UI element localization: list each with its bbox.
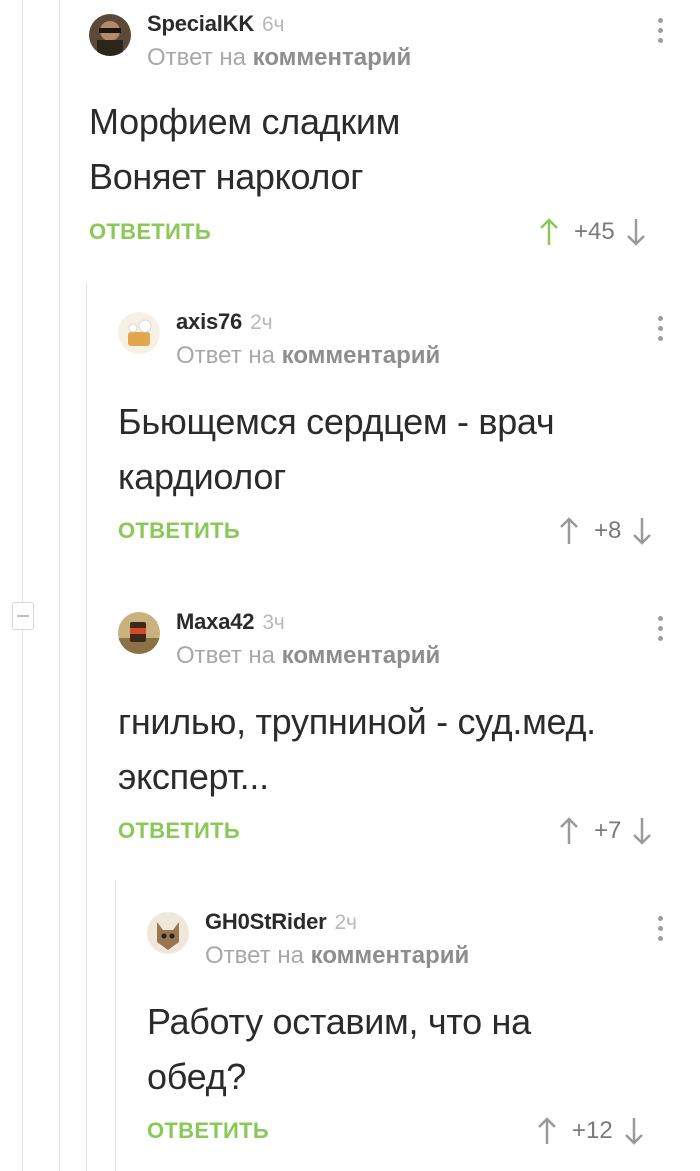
comment-time: 2ч (334, 911, 357, 934)
vote-controls: +45 (538, 217, 647, 247)
vertical-dots-icon[interactable] (656, 18, 664, 50)
comment-time: 2ч (250, 311, 273, 334)
reply-to-link[interactable]: комментарий (282, 642, 441, 669)
reply-to-line: Ответ на комментарий (176, 642, 441, 669)
vote-score: +7 (594, 817, 622, 844)
reply-to-line: Ответ на комментарий (205, 942, 470, 969)
comment-time: 3ч (262, 611, 285, 634)
username[interactable]: axis76 2ч (176, 309, 273, 335)
reply-button[interactable]: ОТВЕТИТЬ (118, 518, 240, 544)
arrow-down-icon[interactable] (631, 516, 653, 546)
collapse-minus-icon[interactable] (12, 602, 34, 630)
arrow-up-icon[interactable] (558, 816, 580, 846)
avatar[interactable] (118, 312, 160, 354)
arrow-down-icon[interactable] (625, 217, 647, 247)
thread-line-level-2 (86, 283, 87, 1171)
vertical-dots-icon[interactable] (656, 616, 664, 648)
reply-to-line: Ответ на комментарий (176, 342, 441, 369)
comment-specialkk: SpecialKK 6ч Ответ на комментарий Морфием… (89, 11, 689, 264)
vote-score: +12 (572, 1117, 613, 1144)
reply-button[interactable]: ОТВЕТИТЬ (147, 1118, 269, 1144)
arrow-down-icon[interactable] (631, 816, 653, 846)
username[interactable]: Maxa42 3ч (176, 609, 285, 635)
comment-gh0strider: GH0StRider 2ч Ответ на комментарий Работу… (147, 909, 690, 1162)
comment-text: Бьющемся сердцем - врач кардиолог (118, 401, 555, 497)
thread-line-level-3 (115, 880, 116, 1171)
comment-time: 6ч (262, 13, 285, 36)
reply-to-line: Ответ на комментарий (147, 44, 412, 71)
vote-score: +45 (574, 218, 615, 245)
reply-button[interactable]: ОТВЕТИТЬ (118, 818, 240, 844)
thread-line-level-0 (22, 0, 23, 602)
comment-text: гнилью, трупниной - суд.мед. эксперт... (118, 701, 596, 797)
comment-text: Работу оставим, что на обед? (147, 1001, 531, 1097)
comment-text: Морфием сладким Воняет нарколог (89, 101, 401, 197)
vote-controls: +7 (558, 816, 653, 846)
username[interactable]: GH0StRider 2ч (205, 909, 357, 935)
thread-line-level-1 (59, 0, 60, 1171)
arrow-up-icon[interactable] (538, 217, 560, 247)
arrow-up-icon[interactable] (536, 1116, 558, 1146)
comment-axis76: axis76 2ч Ответ на комментарий Бьющемся с… (118, 309, 690, 562)
vertical-dots-icon[interactable] (656, 916, 664, 948)
vote-controls: +8 (558, 516, 653, 546)
vote-controls: +12 (536, 1116, 645, 1146)
arrow-up-icon[interactable] (558, 516, 580, 546)
vertical-dots-icon[interactable] (656, 316, 664, 348)
reply-to-link[interactable]: комментарий (282, 342, 441, 369)
comment-maxa42: Maxa42 3ч Ответ на комментарий гнилью, тр… (118, 609, 690, 862)
reply-button[interactable]: ОТВЕТИТЬ (89, 219, 211, 245)
avatar[interactable] (118, 612, 160, 654)
vote-score: +8 (594, 517, 622, 544)
avatar[interactable] (89, 14, 131, 56)
avatar[interactable] (147, 912, 189, 954)
thread-line-level-0-lower (22, 630, 23, 1171)
reply-to-link[interactable]: комментарий (311, 942, 470, 969)
username[interactable]: SpecialKK 6ч (147, 11, 284, 37)
arrow-down-icon[interactable] (623, 1116, 645, 1146)
reply-to-link[interactable]: комментарий (253, 44, 412, 71)
